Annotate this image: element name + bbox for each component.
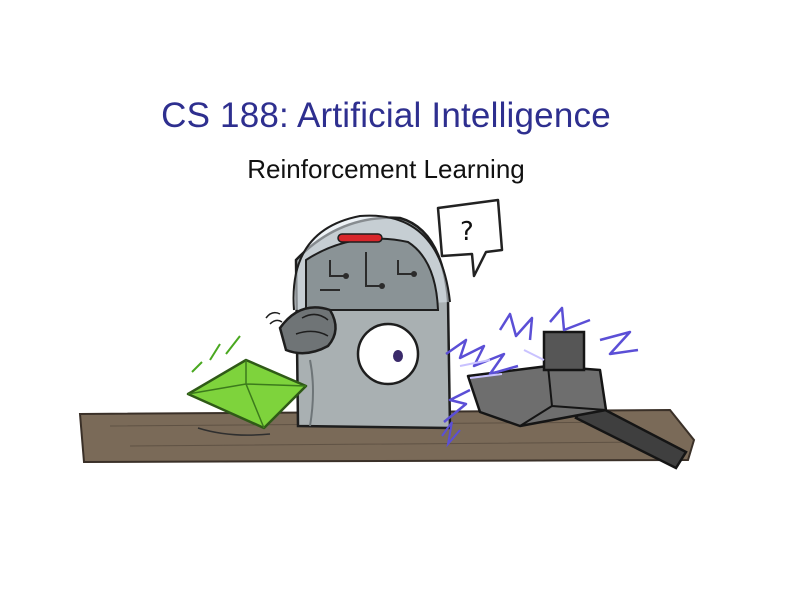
slide-title: CS 188: Artificial Intelligence <box>161 96 611 135</box>
robot-illustration: ? <box>78 198 696 470</box>
speech-bubble-icon: ? <box>436 198 504 278</box>
slide: CS 188: Artificial Intelligence Reinforc… <box>0 0 800 600</box>
slide-subtitle: Reinforcement Learning <box>247 154 525 184</box>
speech-bubble-text: ? <box>460 217 474 247</box>
